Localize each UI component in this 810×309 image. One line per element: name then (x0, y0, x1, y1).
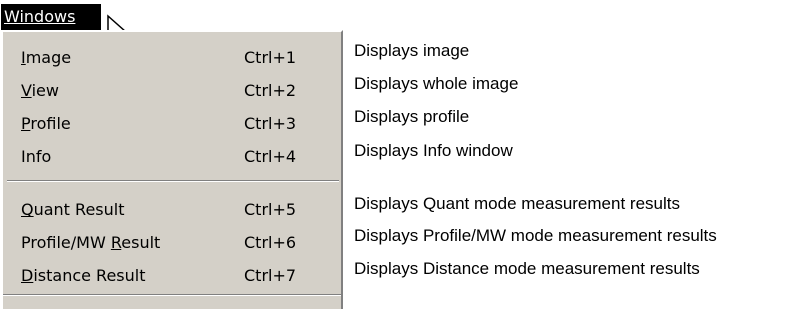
menu-item-label: Info (21, 147, 52, 166)
menu-item-label: Quant Result (21, 200, 125, 219)
description-distance-result: Displays Distance mode measurement resul… (354, 259, 700, 278)
shortcut-text: Ctrl+6 (244, 233, 297, 252)
menu-item-image[interactable]: Image Ctrl+1 (3, 44, 341, 74)
menu-item-profile-mw-result[interactable]: Profile/MW Result Ctrl+6 (3, 229, 341, 259)
menu-item-label: Profile/MW Result (21, 233, 161, 252)
menu-separator (7, 180, 339, 182)
menu-item-label: Distance Result (21, 266, 146, 285)
menu-item-distance-result[interactable]: Distance Result Ctrl+7 (3, 262, 341, 292)
menu-item-quant-result[interactable]: Quant Result Ctrl+5 (3, 196, 341, 226)
menu-item-view[interactable]: View Ctrl+2 (3, 77, 341, 107)
windows-menu-title[interactable]: Windows (1, 4, 101, 30)
description-image: Displays image (354, 41, 470, 60)
description-profile: Displays profile (354, 107, 470, 126)
windows-menu-dropdown: Image Ctrl+1 View Ctrl+2 Profile Ctrl+3 … (1, 30, 343, 309)
shortcut-text: Ctrl+3 (244, 114, 297, 133)
menu-item-label: View (21, 81, 59, 100)
shortcut-text: Ctrl+2 (244, 81, 297, 100)
description-info: Displays Info window (354, 141, 513, 160)
menu-item-info[interactable]: Info Ctrl+4 (3, 143, 341, 173)
description-profile-mw-result: Displays Profile/MW mode measurement res… (354, 226, 717, 245)
description-view: Displays whole image (354, 74, 519, 93)
menu-item-profile[interactable]: Profile Ctrl+3 (3, 110, 341, 140)
description-quant-result: Displays Quant mode measurement results (354, 194, 680, 213)
menu-item-label: Profile (21, 114, 71, 133)
menu-item-label: Image (21, 48, 72, 67)
shortcut-text: Ctrl+5 (244, 200, 297, 219)
shortcut-text: Ctrl+4 (244, 147, 297, 166)
shortcut-text: Ctrl+7 (244, 266, 297, 285)
shortcut-text: Ctrl+1 (244, 48, 297, 67)
